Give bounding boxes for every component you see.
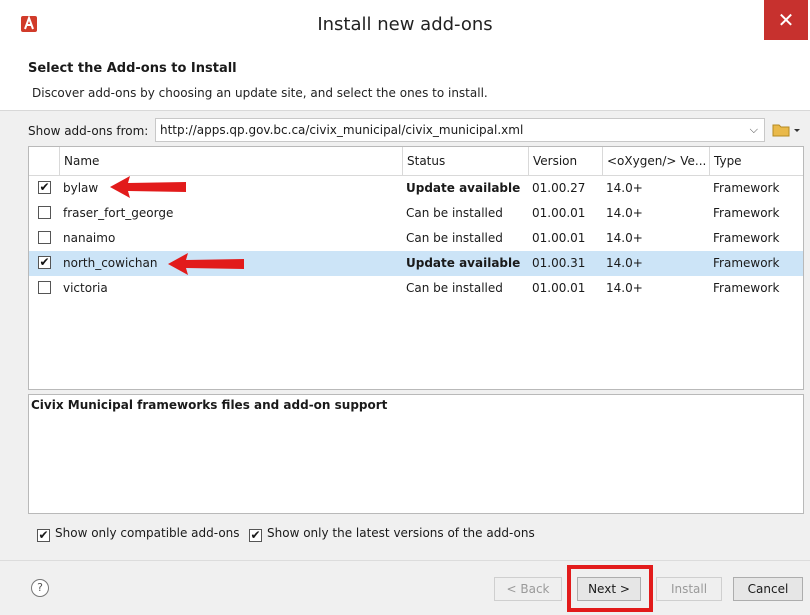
table-row-selected[interactable]: ✔ north_cowichan Update available 01.00.… [29,251,803,276]
show-compatible-label: Show only compatible add-ons [55,526,240,540]
back-button[interactable]: < Back [494,577,562,601]
addon-version: 01.00.31 [532,256,586,270]
window-title: Install new add-ons [317,14,493,35]
footer-divider [0,560,810,561]
addon-oxygen-version: 14.0+ [606,231,643,245]
annotation-highlight-box [567,565,653,612]
addon-status: Can be installed [406,231,503,245]
cancel-button[interactable]: Cancel [733,577,803,601]
row-checkbox[interactable] [38,231,51,244]
addon-status: Can be installed [406,206,503,220]
addon-status: Can be installed [406,281,503,295]
addon-description-panel: Civix Municipal frameworks files and add… [28,394,804,514]
column-header-name[interactable]: Name [59,147,405,175]
addon-name: fraser_fort_george [63,206,174,220]
row-checkbox[interactable]: ✔ [38,181,51,194]
row-checkbox[interactable] [38,281,51,294]
addon-description: Civix Municipal frameworks files and add… [31,398,388,412]
install-button[interactable]: Install [656,577,722,601]
addon-version: 01.00.01 [532,281,586,295]
addon-name: victoria [63,281,108,295]
checkbox-checked[interactable]: ✔ [37,529,50,542]
show-latest-checkbox[interactable]: ✔ Show only the latest versions of the ad… [249,525,535,542]
addon-status: Update available [406,181,521,195]
help-icon[interactable]: ? [31,579,49,597]
addon-type: Framework [713,181,780,195]
title-bar: Install new add-ons ✕ [0,0,810,50]
addon-oxygen-version: 14.0+ [606,281,643,295]
annotation-arrow-icon [168,253,244,275]
show-addons-label: Show add-ons from: [28,124,149,138]
table-row[interactable]: nanaimo Can be installed 01.00.01 14.0+ … [29,226,803,251]
addon-status: Update available [406,256,521,270]
addon-oxygen-version: 14.0+ [606,256,643,270]
table-row[interactable]: fraser_fort_george Can be installed 01.0… [29,201,803,226]
addon-oxygen-version: 14.0+ [606,181,643,195]
addon-version: 01.00.01 [532,231,586,245]
show-latest-label: Show only the latest versions of the add… [267,526,535,540]
install-addons-dialog: Install new add-ons ✕ Select the Add-ons… [0,0,810,615]
addon-name: nanaimo [63,231,116,245]
folder-icon[interactable] [770,120,802,140]
addon-type: Framework [713,256,780,270]
addon-oxygen-version: 14.0+ [606,206,643,220]
addon-type: Framework [713,281,780,295]
header-title: Select the Add-ons to Install [28,61,237,76]
show-compatible-checkbox[interactable]: ✔ Show only compatible add-ons [37,525,240,542]
column-header-status[interactable]: Status [402,147,530,175]
column-header-version[interactable]: Version [528,147,602,175]
close-button[interactable]: ✕ [764,0,808,40]
row-checkbox[interactable] [38,206,51,219]
row-checkbox[interactable]: ✔ [38,256,51,269]
annotation-arrow-icon [110,176,186,198]
column-header-oxygen-version[interactable]: <oXygen/> Ve... [602,147,710,175]
checkbox-checked[interactable]: ✔ [249,529,262,542]
chevron-down-icon[interactable]: ⌵ [750,119,758,141]
addon-type: Framework [713,231,780,245]
addon-version: 01.00.27 [532,181,586,195]
table-row[interactable]: victoria Can be installed 01.00.01 14.0+… [29,276,803,301]
addon-type: Framework [713,206,780,220]
table-header: Name Status Version <oXygen/> Ve... Type [29,147,803,176]
update-site-combo[interactable]: http://apps.qp.gov.bc.ca/civix_municipal… [155,118,765,142]
dialog-header: Select the Add-ons to Install Discover a… [0,50,810,111]
addon-version: 01.00.01 [532,206,586,220]
header-description: Discover add-ons by choosing an update s… [32,86,488,100]
column-header-type[interactable]: Type [709,147,803,175]
update-site-url: http://apps.qp.gov.bc.ca/civix_municipal… [160,123,524,137]
